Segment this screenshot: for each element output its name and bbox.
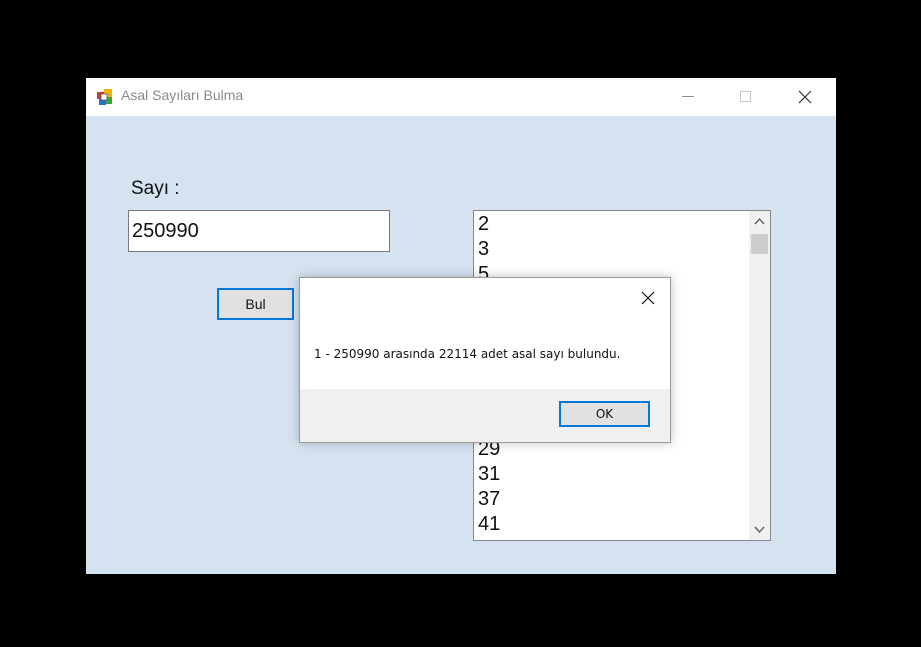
find-button[interactable]: Bul: [217, 288, 294, 320]
ok-button[interactable]: OK: [559, 401, 650, 427]
list-item[interactable]: 31: [478, 462, 500, 487]
close-icon: [798, 90, 812, 104]
message-text: 1 - 250990 arasında 22114 adet asal sayı…: [314, 347, 621, 361]
chevron-down-icon: [754, 526, 765, 534]
scroll-down-button[interactable]: [749, 519, 770, 540]
minimize-icon: [682, 96, 694, 97]
maximize-icon: [740, 91, 751, 102]
list-item[interactable]: 2: [478, 212, 500, 237]
chevron-up-icon: [754, 217, 765, 225]
vertical-scrollbar[interactable]: [749, 211, 770, 540]
app-icon: [97, 89, 113, 105]
scroll-up-button[interactable]: [749, 211, 770, 232]
list-item[interactable]: 3: [478, 237, 500, 262]
scroll-thumb[interactable]: [751, 234, 768, 254]
maximize-button[interactable]: [724, 78, 770, 116]
message-footer: OK: [300, 389, 670, 442]
list-item[interactable]: 41: [478, 512, 500, 537]
number-label: Sayı :: [131, 178, 180, 199]
title-bar[interactable]: Asal Sayıları Bulma: [86, 78, 836, 116]
list-item[interactable]: 37: [478, 487, 500, 512]
close-icon: [641, 291, 655, 305]
number-input[interactable]: [128, 210, 390, 252]
close-button[interactable]: [783, 78, 829, 116]
minimize-button[interactable]: [666, 78, 712, 116]
window-title: Asal Sayıları Bulma: [121, 87, 244, 103]
message-close-button[interactable]: [634, 286, 662, 310]
message-box: 1 - 250990 arasında 22114 adet asal sayı…: [299, 277, 671, 443]
